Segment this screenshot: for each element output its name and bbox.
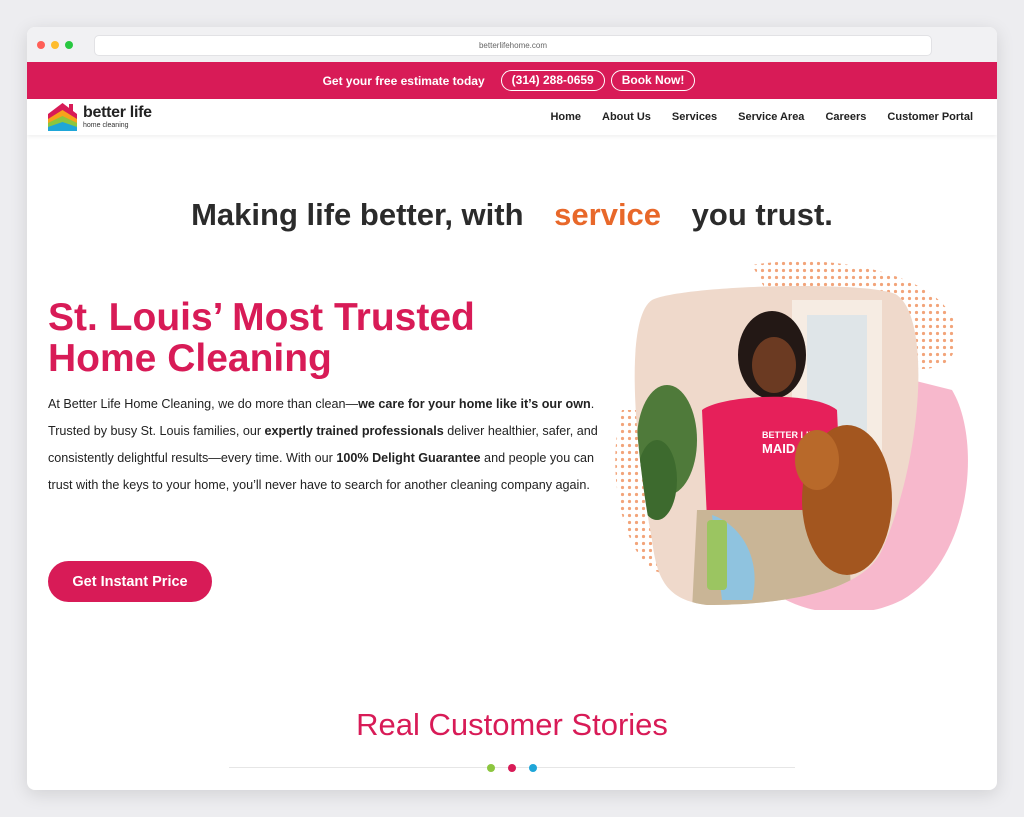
carousel-dot[interactable] [508, 764, 516, 772]
site-logo[interactable]: better life home cleaning [48, 103, 152, 131]
hero-text-bold: 100% Delight Guarantee [336, 451, 481, 465]
nav-item-service-area[interactable]: Service Area [738, 111, 804, 123]
tagline-start: Making life better, with [191, 197, 524, 232]
nav-item-about-us[interactable]: About Us [602, 111, 651, 123]
tagline-end: you trust. [691, 197, 833, 232]
hero-title-line2: Home Cleaning [48, 337, 332, 380]
tagline: Making life better, with service you tru… [27, 197, 997, 233]
main-nav: Home About Us Services Service Area Care… [550, 99, 973, 135]
house-logo-icon [48, 103, 77, 131]
carousel-indicators [487, 764, 537, 772]
browser-chrome: betterlifehome.com [27, 27, 997, 62]
browser-window: betterlifehome.com Get your free estimat… [27, 27, 997, 790]
book-now-button[interactable]: Book Now! [610, 70, 696, 91]
brand-sub: home cleaning [83, 122, 129, 129]
hero-description: At Better Life Home Cleaning, we do more… [48, 391, 608, 499]
hero-title: St. Louis’ Most Trusted Home Cleaning [48, 297, 568, 379]
maximize-window-icon[interactable] [65, 41, 73, 49]
window-controls [37, 41, 73, 49]
estimate-text: Get your free estimate today [322, 73, 485, 88]
phone-button[interactable]: (314) 288-0659 [500, 70, 605, 91]
address-bar[interactable]: betterlifehome.com [94, 35, 932, 56]
nav-item-careers[interactable]: Careers [825, 111, 866, 123]
minimize-window-icon[interactable] [51, 41, 59, 49]
carousel-dot[interactable] [487, 764, 495, 772]
hero-text-bold: expertly trained professionals [264, 424, 444, 438]
brand-name: better life [83, 104, 152, 121]
nav-item-home[interactable]: Home [550, 111, 581, 123]
promo-bar: Get your free estimate today (314) 288-0… [27, 62, 997, 99]
get-instant-price-button[interactable]: Get Instant Price [48, 561, 212, 602]
hero-title-line1: St. Louis’ Most Trusted [48, 296, 475, 339]
tagline-accent: service [554, 197, 662, 232]
hero-text-bold: we care for your home like it’s our own [358, 397, 591, 411]
nav-item-customer-portal[interactable]: Customer Portal [887, 111, 973, 123]
section-title-stories: Real Customer Stories [356, 707, 668, 742]
shirt-text: MAID [762, 441, 795, 456]
hero-image: BETTER LIFE MAID [615, 261, 968, 610]
hero-text: At Better Life Home Cleaning, we do more… [48, 397, 359, 411]
close-window-icon[interactable] [37, 41, 45, 49]
carousel-dot[interactable] [529, 764, 537, 772]
site-header: better life home cleaning Home About Us … [27, 99, 997, 135]
nav-item-services[interactable]: Services [672, 111, 717, 123]
